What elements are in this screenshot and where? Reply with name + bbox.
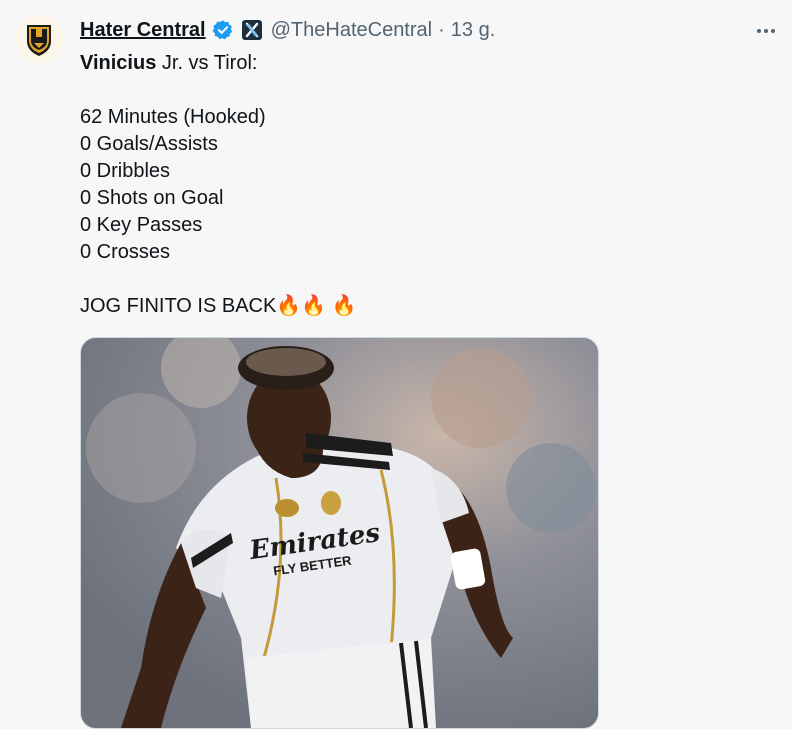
player-name: Vinicius	[80, 52, 157, 74]
display-name[interactable]: Hater Central	[80, 19, 206, 42]
handle[interactable]: @TheHateCentral	[271, 19, 432, 42]
stat-line: 0 Dribbles	[80, 160, 171, 182]
stat-line: 0 Key Passes	[80, 214, 203, 236]
avatar[interactable]	[15, 15, 63, 63]
more-dot-icon	[757, 29, 761, 33]
stat-line: 62 Minutes (Hooked)	[80, 106, 266, 128]
tweet-header: Hater Central @TheHateCentral · 13 g.	[80, 18, 495, 42]
tweet-text: Vinicius Jr. vs Tirol: 62 Minutes (Hooke…	[80, 50, 740, 320]
tweet-card[interactable]: Hater Central @TheHateCentral · 13 g. Vi…	[0, 0, 792, 729]
closing-text: JOG FINITO IS BACK	[80, 295, 277, 317]
more-dot-icon	[764, 29, 768, 33]
stat-line: 0 Shots on Goal	[80, 187, 224, 209]
tweet-photo[interactable]: Emirates FLY BETTER	[80, 337, 599, 729]
verified-badge-icon[interactable]	[212, 19, 234, 41]
x-affiliate-icon[interactable]	[241, 20, 262, 40]
fire-emoji: 🔥🔥 🔥	[276, 295, 357, 317]
more-options-button[interactable]	[748, 20, 784, 42]
player-photo: Emirates FLY BETTER	[81, 338, 598, 728]
stat-line: 0 Goals/Assists	[80, 133, 218, 155]
closing-line: JOG FINITO IS BACK🔥🔥 🔥	[80, 293, 740, 320]
stat-line: 0 Crosses	[80, 241, 171, 263]
timestamp[interactable]: 13 g.	[451, 19, 495, 42]
hater-central-logo-icon	[27, 25, 51, 56]
separator: ·	[438, 18, 445, 41]
tweet-title-line: Vinicius Jr. vs Tirol:	[80, 50, 740, 77]
more-dot-icon	[771, 29, 775, 33]
match-text: Jr. vs Tirol:	[156, 52, 258, 74]
